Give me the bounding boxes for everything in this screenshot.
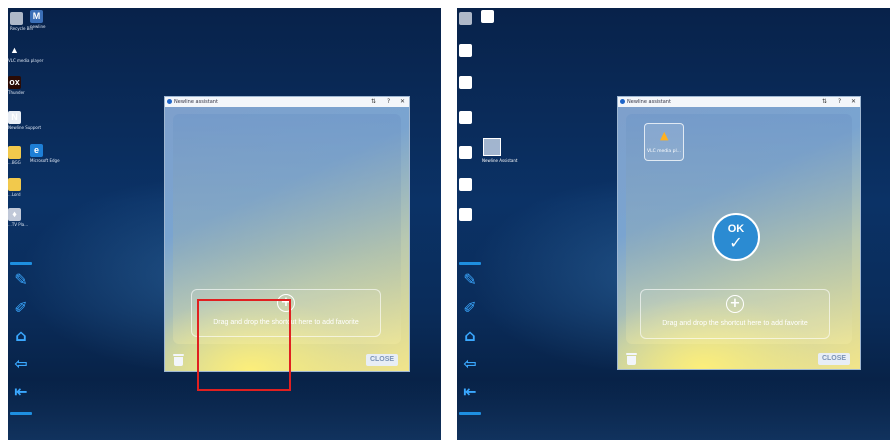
desktop-icon-blank[interactable] [459, 44, 485, 57]
newline-n-icon: N [8, 111, 21, 124]
annotate-icon[interactable]: ✐ [460, 298, 480, 318]
document-icon [459, 146, 472, 159]
desktop-floor-glow [457, 380, 890, 440]
toolbar-divider [459, 412, 481, 415]
toolbar-divider [10, 412, 32, 415]
desktop-icon-document[interactable] [481, 10, 507, 23]
desktop-icon-newline[interactable]: M newline [30, 10, 56, 29]
close-x-icon[interactable]: ✕ [400, 97, 405, 107]
toolbar-divider [10, 262, 32, 265]
document-icon [459, 208, 472, 221]
edit-note-icon[interactable]: ✎ [460, 270, 480, 290]
help-icon[interactable]: ? [838, 97, 841, 107]
left-screenshot-panel: Recycle Bin M newline ▲ VLC media player… [8, 8, 441, 440]
desktop-icon-newline-support[interactable]: N Newline Support [8, 111, 41, 130]
back-arrow-icon[interactable]: ⇦ [460, 354, 480, 374]
close-button[interactable]: CLOSE [818, 353, 850, 365]
app-logo-icon [620, 99, 625, 104]
drop-hint-text: Drag and drop the shortcut here to add f… [662, 320, 808, 327]
vlc-icon: ▲ [660, 129, 669, 142]
right-screenshot-panel: Newline Assistant ✎ ✐ ⌂ ⇦ ⇤ Newline assi… [457, 8, 890, 440]
desktop-icon-edge[interactable]: e Microsoft Edge [30, 144, 60, 163]
dragged-shortcut-icon[interactable]: Newline Assistant [482, 138, 517, 163]
add-plus-icon: + [726, 295, 744, 313]
document-icon [459, 111, 472, 124]
document-icon [459, 44, 472, 57]
ok-confirm-badge[interactable]: OK ✓ [712, 213, 760, 261]
favorite-tile-vlc[interactable]: ▲ VLC media pl... [644, 123, 684, 161]
swap-icon[interactable]: ⇅ [822, 97, 827, 107]
trash-icon[interactable] [173, 354, 184, 366]
document-icon [459, 76, 472, 89]
folder-icon [8, 146, 21, 159]
checkmark-icon: ✓ [729, 233, 743, 252]
signpost-icon[interactable]: ⇤ [11, 382, 31, 402]
window-title: Newline assistant [174, 99, 218, 105]
swap-icon[interactable]: ⇅ [371, 97, 376, 107]
close-x-icon[interactable]: ✕ [851, 97, 856, 107]
app-logo-icon [167, 99, 172, 104]
edit-note-icon[interactable]: ✎ [11, 270, 31, 290]
annotate-icon[interactable]: ✐ [11, 298, 31, 318]
help-icon[interactable]: ? [387, 97, 390, 107]
desktop-icon-blank[interactable] [459, 111, 485, 124]
thunder-icon: ox [8, 76, 21, 89]
document-icon [459, 178, 472, 191]
window-title: Newline assistant [627, 99, 671, 105]
desktop-icon-blank[interactable] [459, 208, 485, 221]
signpost-icon[interactable]: ⇤ [460, 382, 480, 402]
favorite-drop-zone[interactable]: + Drag and drop the shortcut here to add… [640, 289, 830, 339]
desktop-icon-blank[interactable] [459, 178, 485, 191]
recycle-bin-icon [459, 12, 472, 25]
trash-icon[interactable] [626, 353, 637, 365]
edge-icon: e [30, 144, 43, 157]
newline-app-icon: M [30, 10, 43, 23]
launcher-window[interactable]: Newline assistant ⇅ ? ✕ ▲ VLC media pl..… [617, 96, 861, 370]
document-icon [481, 10, 494, 23]
desktop-icon-thunder[interactable]: ox Thunder [8, 76, 34, 95]
desktop-icon-blank[interactable] [459, 76, 485, 89]
highlight-box [197, 299, 291, 391]
folder-icon [8, 178, 21, 191]
back-arrow-icon[interactable]: ⇦ [11, 354, 31, 374]
window-body: ▲ VLC media pl... OK ✓ + Drag and drop t… [618, 107, 860, 369]
desktop-icon-vlc[interactable]: ▲ VLC media player [8, 44, 43, 63]
toolbar-divider [459, 262, 481, 265]
recycle-bin-icon [10, 12, 23, 25]
vlc-icon: ▲ [10, 45, 19, 55]
home-icon[interactable]: ⌂ [11, 326, 31, 346]
close-button[interactable]: CLOSE [366, 354, 398, 366]
desktop-icon-folder-lord[interactable]: ...Lord [8, 178, 34, 197]
app-icon: ♦ [8, 208, 21, 221]
home-icon[interactable]: ⌂ [460, 326, 480, 346]
desktop-icon-tv-player[interactable]: ♦ ...TV Pla... [8, 208, 34, 227]
